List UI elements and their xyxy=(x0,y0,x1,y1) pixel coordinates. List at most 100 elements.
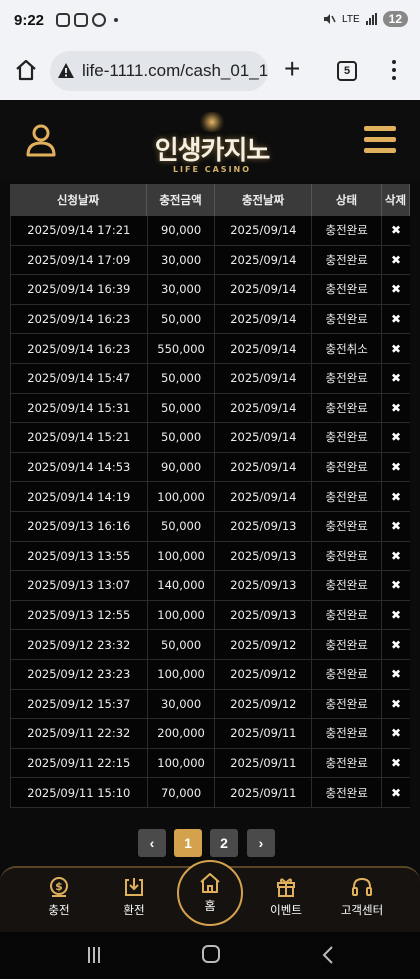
bottom-nav: $ 충전 환전 홈 이벤트 고객센터 xyxy=(0,860,420,932)
back-icon[interactable] xyxy=(322,946,334,964)
delete-row-button[interactable]: ✖ xyxy=(382,334,410,364)
status-cell: 충전완료 xyxy=(312,719,383,749)
table-row: 2025/09/13 13:55 100,000 2025/09/13 충전완료 ✖ xyxy=(10,541,410,572)
address-bar[interactable]: life-1111.com/cash_01_1.asp xyxy=(50,51,268,91)
site-header: 인생카지노 LIFE CASINO xyxy=(0,100,420,180)
svg-text:$: $ xyxy=(55,880,63,893)
delete-row-button[interactable]: ✖ xyxy=(382,305,410,335)
delete-row-button[interactable]: ✖ xyxy=(382,482,410,512)
warning-icon[interactable] xyxy=(57,62,75,79)
battery-icon: 12 xyxy=(382,11,408,27)
charge-date-cell: 2025/09/12 xyxy=(215,659,313,690)
home-icon[interactable] xyxy=(14,58,38,82)
delete-row-button[interactable]: ✖ xyxy=(382,275,410,305)
nav-exchange[interactable]: 환전 xyxy=(99,876,169,918)
column-header: 충전날짜 xyxy=(215,184,312,216)
nav-home-label: 홈 xyxy=(204,899,216,913)
column-header: 신청날짜 xyxy=(10,184,147,216)
next-page-button[interactable]: › xyxy=(247,829,275,857)
charge-amount-cell: 100,000 xyxy=(147,748,216,779)
delete-row-button[interactable]: ✖ xyxy=(382,423,410,453)
requested-date-cell: 2025/09/14 17:21 xyxy=(11,216,148,246)
charge-date-cell: 2025/09/12 xyxy=(215,689,313,720)
table-row: 2025/09/14 16:23 50,000 2025/09/14 충전완료 ✖ xyxy=(10,304,410,335)
delete-row-button[interactable]: ✖ xyxy=(382,246,410,276)
charge-date-cell: 2025/09/11 xyxy=(215,719,313,749)
more-menu-icon[interactable] xyxy=(391,60,397,82)
delete-row-button[interactable]: ✖ xyxy=(382,601,410,631)
table-row: 2025/09/14 14:53 90,000 2025/09/14 충전완료 ✖ xyxy=(10,452,410,483)
status-cell: 충전완료 xyxy=(312,748,383,779)
new-tab-button[interactable]: + xyxy=(284,55,300,83)
requested-date-cell: 2025/09/14 16:39 xyxy=(11,275,148,305)
charge-amount-cell: 90,000 xyxy=(147,452,216,483)
table-row: 2025/09/14 16:23 550,000 2025/09/14 충전취소 ✖ xyxy=(10,334,410,364)
system-icons: LTE 12 xyxy=(322,11,408,27)
delete-row-button[interactable]: ✖ xyxy=(382,216,410,246)
delete-row-button[interactable]: ✖ xyxy=(382,660,410,690)
status-cell: 충전완료 xyxy=(312,363,383,394)
table-row: 2025/09/14 15:31 50,000 2025/09/14 충전완료 ✖ xyxy=(10,393,410,424)
site-logo[interactable]: 인생카지노 LIFE CASINO xyxy=(142,112,282,174)
delete-row-button[interactable]: ✖ xyxy=(382,690,410,720)
charge-amount-cell: 200,000 xyxy=(147,719,216,749)
recent-apps-icon[interactable] xyxy=(88,947,104,963)
nav-exchange-label: 환전 xyxy=(123,903,145,917)
home-icon xyxy=(200,873,220,893)
notification-icons xyxy=(56,13,118,27)
more-notifications-icon xyxy=(114,18,118,22)
charge-amount-cell: 90,000 xyxy=(147,216,216,246)
browser-toolbar: life-1111.com/cash_01_1.asp + 5 xyxy=(0,42,420,100)
page-1-button[interactable]: 1 xyxy=(174,829,202,857)
delete-row-button[interactable]: ✖ xyxy=(382,778,410,808)
delete-row-button[interactable]: ✖ xyxy=(382,512,410,542)
gift-icon xyxy=(277,878,295,897)
charge-amount-cell: 50,000 xyxy=(147,630,216,660)
status-cell: 충전완료 xyxy=(312,245,383,276)
delete-row-button[interactable]: ✖ xyxy=(382,749,410,779)
charge-date-cell: 2025/09/14 xyxy=(215,275,313,305)
charge-amount-cell: 50,000 xyxy=(147,423,216,453)
charge-date-cell: 2025/09/14 xyxy=(215,304,313,335)
delete-row-button[interactable]: ✖ xyxy=(382,542,410,572)
charge-amount-cell: 550,000 xyxy=(147,334,216,364)
delete-row-button[interactable]: ✖ xyxy=(382,394,410,424)
nav-support[interactable]: 고객센터 xyxy=(327,876,397,918)
delete-row-button[interactable]: ✖ xyxy=(382,453,410,483)
charge-date-cell: 2025/09/14 xyxy=(215,216,313,246)
table-row: 2025/09/14 15:21 50,000 2025/09/14 충전완료 ✖ xyxy=(10,423,410,453)
status-cell: 충전완료 xyxy=(312,304,383,335)
status-cell: 충전완료 xyxy=(312,511,383,542)
url-text[interactable]: life-1111.com/cash_01_1.asp xyxy=(82,61,268,81)
download-tray-icon xyxy=(125,878,143,896)
charge-date-cell: 2025/09/11 xyxy=(215,748,313,779)
delete-row-button[interactable]: ✖ xyxy=(382,630,410,660)
status-cell: 충전완료 xyxy=(312,423,383,453)
column-header: 삭제 xyxy=(382,184,410,216)
nav-charge[interactable]: $ 충전 xyxy=(24,876,94,918)
nav-home[interactable]: 홈 xyxy=(177,860,243,926)
page-2-button[interactable]: 2 xyxy=(210,829,238,857)
table-row: 2025/09/12 23:23 100,000 2025/09/12 충전완료 ✖ xyxy=(10,659,410,690)
nav-support-label: 고객센터 xyxy=(340,903,384,917)
tab-switcher-button[interactable]: 5 xyxy=(337,61,357,81)
column-header: 충전금액 xyxy=(147,184,215,216)
user-icon[interactable] xyxy=(25,123,57,157)
nav-event[interactable]: 이벤트 xyxy=(251,876,321,918)
nav-event-label: 이벤트 xyxy=(270,903,302,917)
charge-date-cell: 2025/09/14 xyxy=(215,452,313,483)
system-home-icon[interactable] xyxy=(202,945,220,963)
requested-date-cell: 2025/09/12 15:37 xyxy=(11,689,148,720)
prev-page-button[interactable]: ‹ xyxy=(138,829,166,857)
status-cell: 충전완료 xyxy=(312,482,383,512)
hamburger-menu-icon[interactable] xyxy=(364,126,396,154)
requested-date-cell: 2025/09/14 15:31 xyxy=(11,393,148,424)
pagination: ‹ 1 2 › xyxy=(0,829,420,857)
delete-row-button[interactable]: ✖ xyxy=(382,571,410,601)
instagram-icon xyxy=(56,13,70,27)
delete-row-button[interactable]: ✖ xyxy=(382,719,410,749)
status-cell: 충전완료 xyxy=(312,689,383,720)
table-row: 2025/09/11 22:15 100,000 2025/09/11 충전완료 ✖ xyxy=(10,748,410,779)
delete-row-button[interactable]: ✖ xyxy=(382,364,410,394)
requested-date-cell: 2025/09/14 15:21 xyxy=(11,423,148,453)
